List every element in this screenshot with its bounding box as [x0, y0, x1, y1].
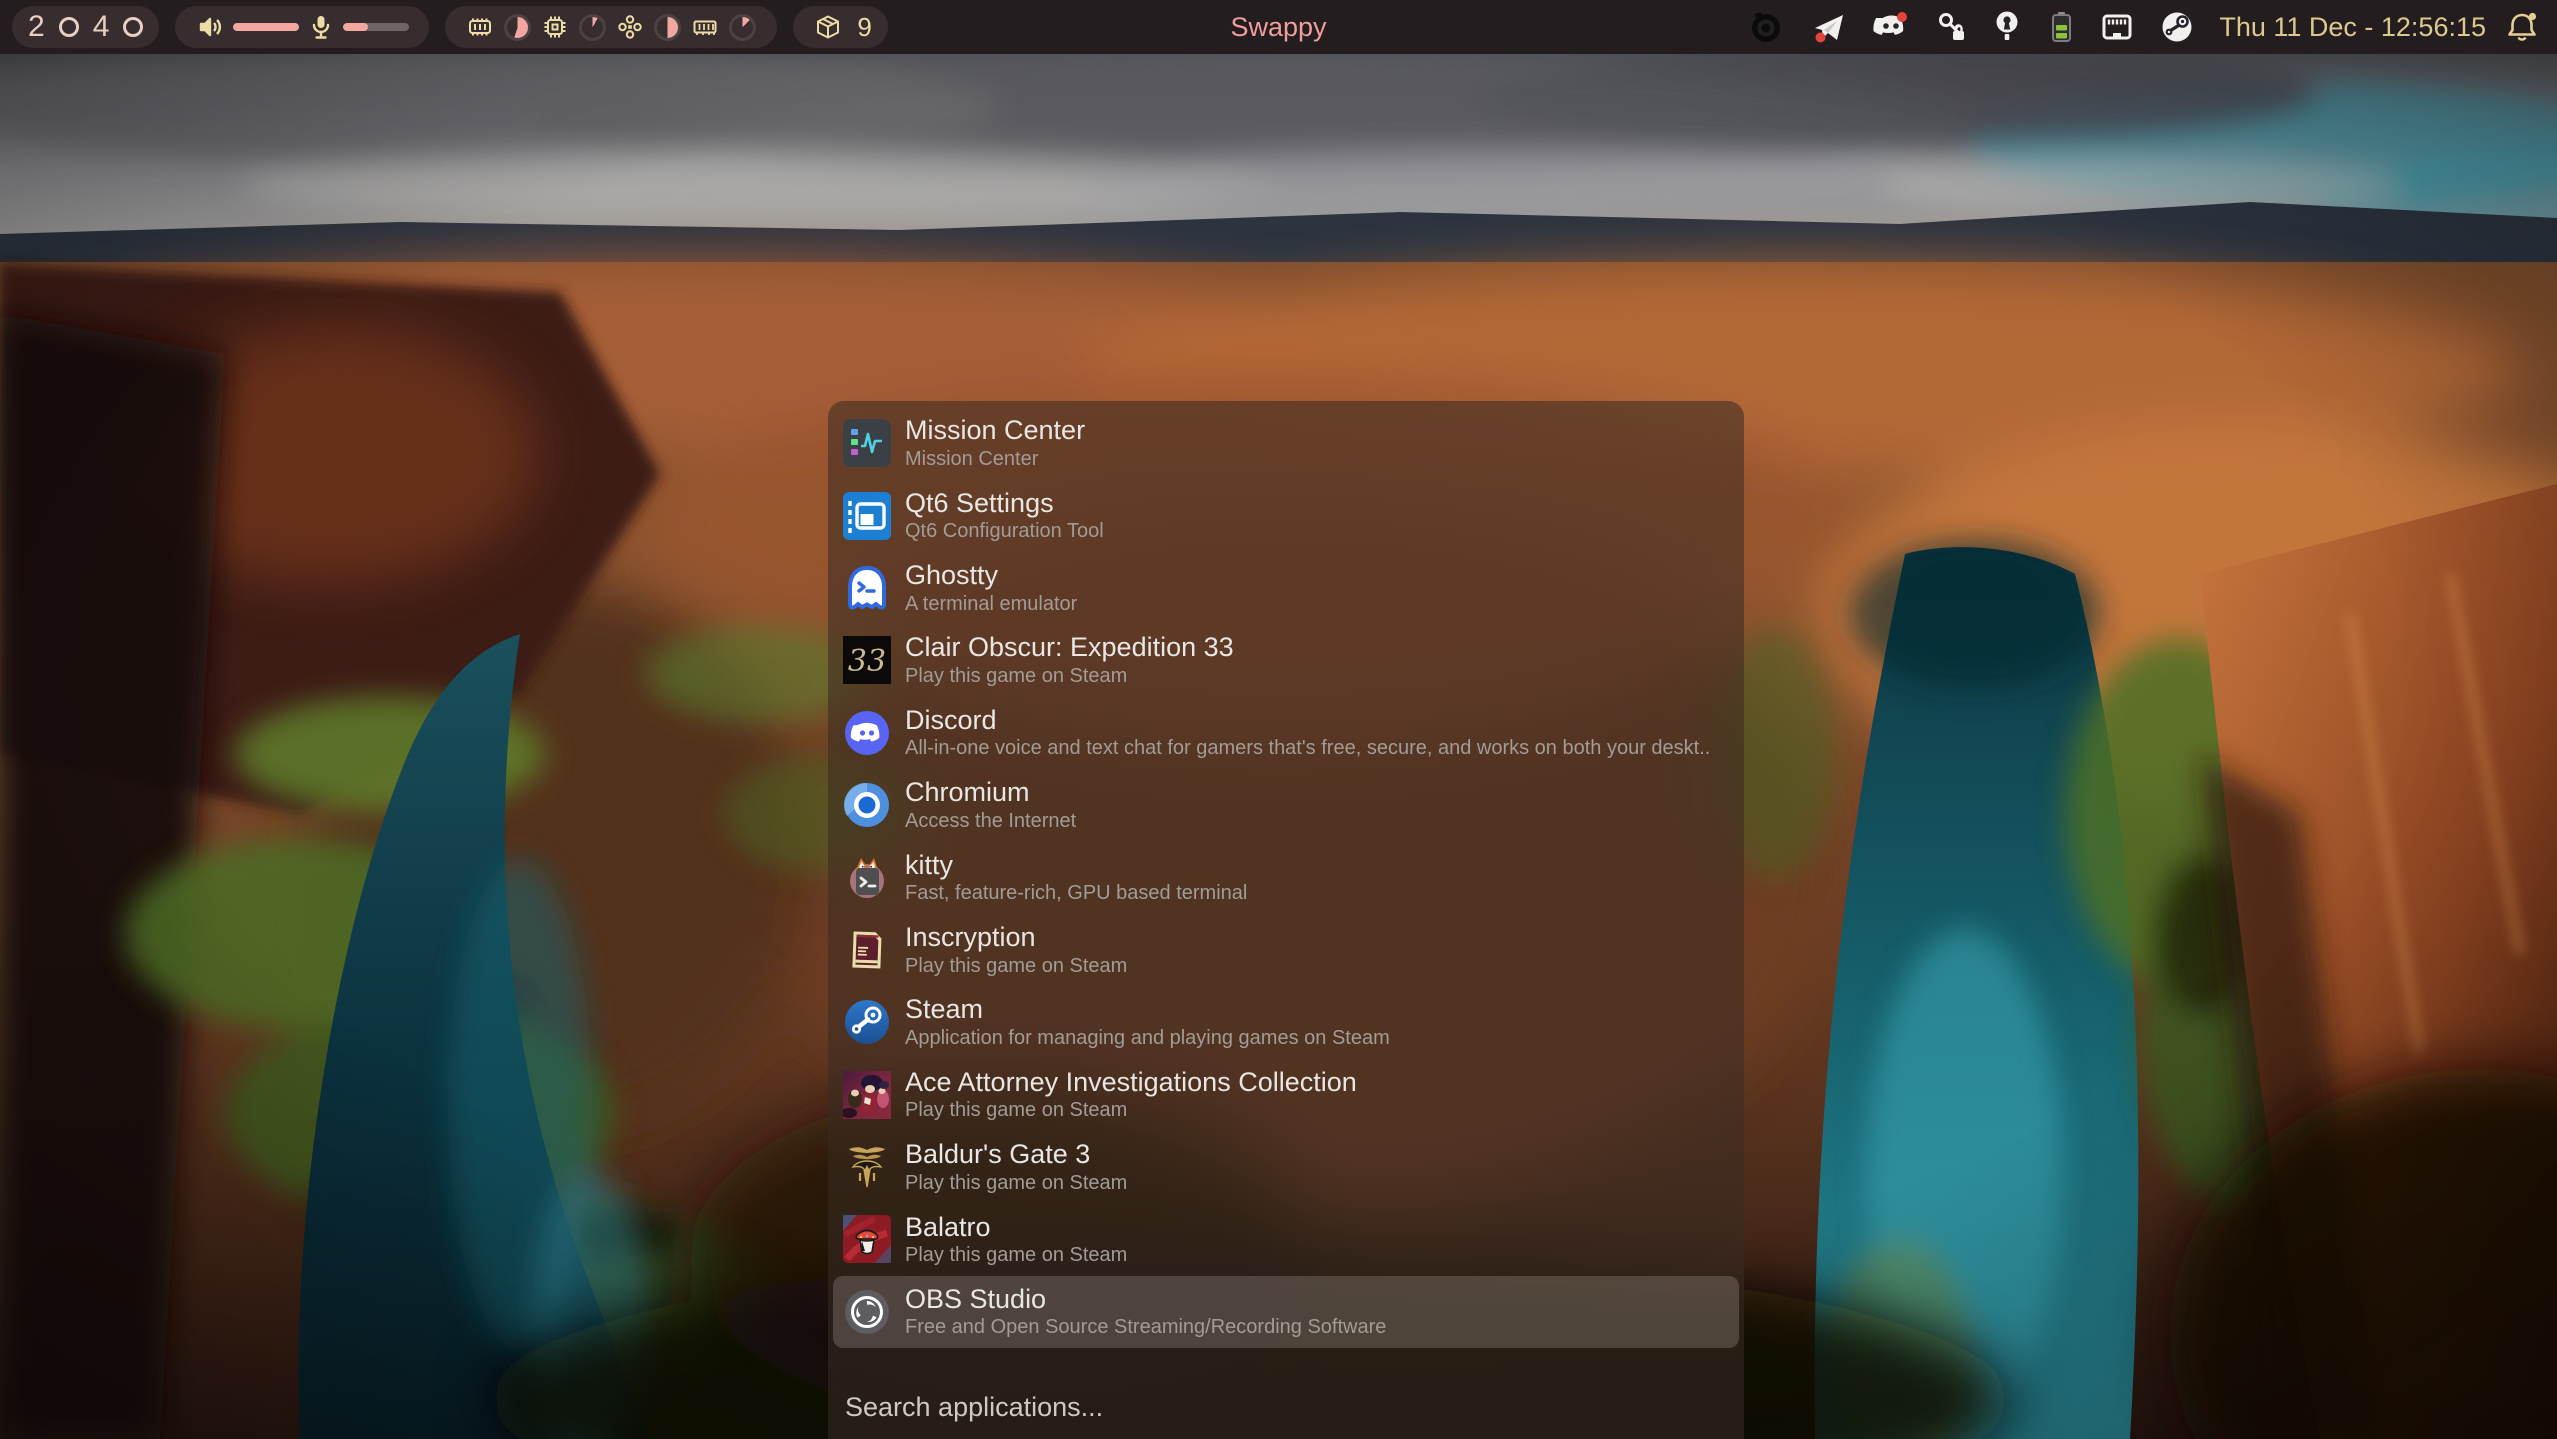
svg-text:33: 33: [848, 644, 886, 679]
top-bar: Swappy 2 4: [0, 0, 2557, 54]
app-subtitle: Play this game on Steam: [905, 1245, 1127, 1265]
app-subtitle: Qt6 Configuration Tool: [905, 521, 1104, 541]
workspace-circle-icon[interactable]: [59, 17, 79, 37]
app-subtitle: A terminal emulator: [905, 594, 1077, 614]
workspace-number-1[interactable]: 2: [28, 12, 45, 42]
cpu-icon: [541, 13, 569, 41]
app-subtitle: Access the Internet: [905, 811, 1076, 831]
app-subtitle: Mission Center: [905, 449, 1085, 469]
clair-obscur-icon: 33: [843, 636, 891, 684]
list-item-qt6-settings[interactable]: Qt6 Settings Qt6 Configuration Tool: [833, 479, 1739, 551]
list-item-inscryption[interactable]: Inscryption Play this game on Steam: [833, 914, 1739, 986]
app-title: Baldur's Gate 3: [905, 1141, 1127, 1169]
steelseries-tray-icon[interactable]: [1746, 7, 1786, 47]
app-title: Ghostty: [905, 562, 1077, 590]
list-item-steam[interactable]: Steam Application for managing and playin…: [833, 986, 1739, 1058]
workspace-circle-icon[interactable]: [123, 17, 143, 37]
cpu-usage-gauge: [579, 14, 606, 41]
list-item-balatro[interactable]: Balatro Play this game on Steam: [833, 1203, 1739, 1275]
ethernet-tray-icon[interactable]: [2100, 11, 2134, 43]
notification-bell-icon[interactable]: [2506, 9, 2540, 45]
updates-module[interactable]: 9: [793, 6, 887, 48]
steam-tray-icon[interactable]: [2159, 9, 2195, 45]
list-item-kitty[interactable]: kitty Fast, feature-rich, GPU based termi…: [833, 841, 1739, 913]
obs-studio-icon: [843, 1288, 891, 1336]
app-title: Discord: [905, 707, 1710, 735]
app-title: Qt6 Settings: [905, 490, 1104, 518]
app-title: Chromium: [905, 779, 1076, 807]
baldurs-gate-3-icon: [843, 1143, 891, 1191]
qt6-settings-icon: [843, 492, 891, 540]
app-title: OBS Studio: [905, 1286, 1386, 1314]
app-subtitle: Fast, feature-rich, GPU based terminal: [905, 883, 1247, 903]
keyring-tray-icon[interactable]: [1992, 10, 2022, 44]
list-item-mission-center[interactable]: Mission Center Mission Center: [833, 407, 1739, 479]
app-title: Clair Obscur: Expedition 33: [905, 634, 1234, 662]
keepassxc-tray-icon[interactable]: [1935, 10, 1967, 44]
discord-icon: [843, 709, 891, 757]
discord-tray-icon[interactable]: [1872, 9, 1910, 45]
clock[interactable]: Thu 11 Dec - 12:56:15: [2219, 12, 2486, 43]
app-subtitle: Free and Open Source Streaming/Recording…: [905, 1317, 1386, 1337]
inscryption-icon: [843, 926, 891, 974]
kitty-icon: [843, 854, 891, 902]
microphone-icon: [308, 13, 334, 41]
app-launcher: Mission Center Mission Center Qt6 Setting…: [828, 401, 1744, 1439]
volume-slider[interactable]: [233, 23, 299, 31]
workspace-number-2[interactable]: 4: [93, 12, 110, 42]
list-item-ace-attorney[interactable]: Ace Attorney Investigations Collection Pl…: [833, 1059, 1739, 1131]
sensors-module[interactable]: [445, 6, 777, 48]
steam-icon: [843, 998, 891, 1046]
memory-chip-icon: [466, 13, 494, 41]
telegram-tray-icon[interactable]: [1811, 9, 1847, 45]
app-subtitle: Play this game on Steam: [905, 666, 1234, 686]
app-subtitle: All-in-one voice and text chat for gamer…: [905, 738, 1710, 758]
list-item-chromium[interactable]: Chromium Access the Internet: [833, 769, 1739, 841]
updates-count: 9: [857, 12, 871, 43]
search-input[interactable]: [845, 1392, 1727, 1423]
list-item-obs-studio[interactable]: OBS Studio Free and Open Source Streaming…: [833, 1276, 1739, 1348]
audio-module[interactable]: [175, 6, 429, 48]
app-title: Ace Attorney Investigations Collection: [905, 1069, 1357, 1097]
speaker-icon: [196, 13, 224, 41]
mission-center-icon: [843, 419, 891, 467]
app-subtitle: Application for managing and playing gam…: [905, 1028, 1390, 1048]
ram-icon: [691, 13, 719, 41]
system-tray: [1741, 7, 2200, 47]
search-row: [828, 1392, 1744, 1439]
list-item-ghostty[interactable]: Ghostty A terminal emulator: [833, 552, 1739, 624]
list-item-clair-obscur[interactable]: 33 Clair Obscur: Expedition 33 Play this …: [833, 624, 1739, 696]
gpu-usage-gauge: [654, 14, 681, 41]
app-subtitle: Play this game on Steam: [905, 1100, 1357, 1120]
battery-tray-icon[interactable]: [2047, 9, 2075, 45]
memory-usage-gauge: [504, 14, 531, 41]
balatro-icon: [843, 1215, 891, 1263]
list-item-discord[interactable]: Discord All-in-one voice and text chat fo…: [833, 697, 1739, 769]
app-subtitle: Play this game on Steam: [905, 1173, 1127, 1193]
ace-attorney-icon: [843, 1071, 891, 1119]
gpu-icon: [616, 13, 644, 41]
chromium-icon: [843, 781, 891, 829]
ghostty-icon: [843, 564, 891, 612]
list-item-baldurs-gate-3[interactable]: Baldur's Gate 3 Play this game on Steam: [833, 1131, 1739, 1203]
mic-slider[interactable]: [343, 23, 409, 31]
ram-usage-gauge: [729, 14, 756, 41]
workspaces-module[interactable]: 2 4: [12, 6, 159, 48]
app-subtitle: Play this game on Steam: [905, 956, 1127, 976]
app-title: Balatro: [905, 1214, 1127, 1242]
app-title: Mission Center: [905, 417, 1085, 445]
app-title: Steam: [905, 996, 1390, 1024]
package-icon: [814, 13, 842, 41]
app-title: kitty: [905, 852, 1247, 880]
app-title: Inscryption: [905, 924, 1127, 952]
